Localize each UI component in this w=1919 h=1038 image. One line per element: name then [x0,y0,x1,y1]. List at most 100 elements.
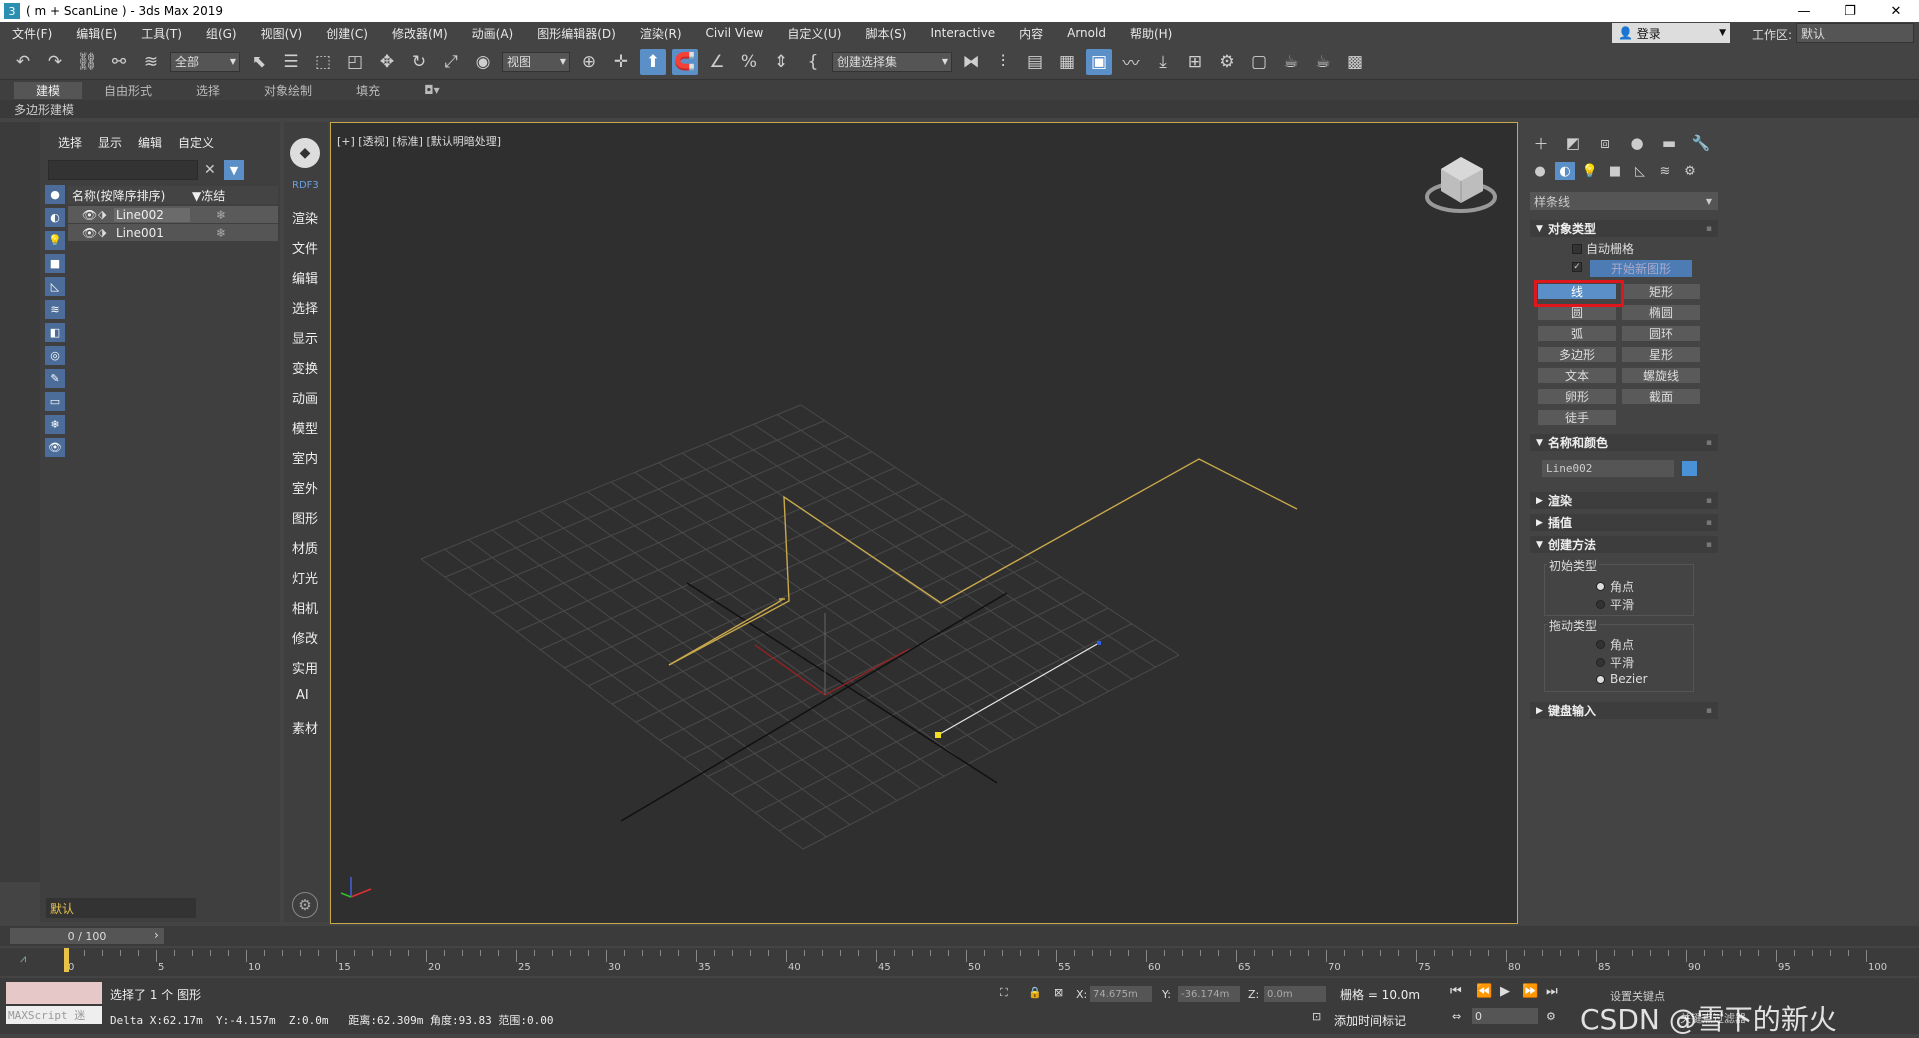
display-spacewarps-icon[interactable]: ≋ [45,300,65,319]
rdf-item-assets[interactable]: 素材 [292,718,318,737]
align-icon[interactable]: ⫶ [990,49,1016,75]
rdf-item-display[interactable]: 显示 [292,328,318,347]
mirror-icon[interactable]: ⧓ [958,49,984,75]
menu-rendering[interactable]: 渲染(R) [628,25,694,42]
ribbon-toggle-icon[interactable]: ▣ [1086,48,1112,75]
rollout-interpolation[interactable]: ▶ 插值 ▪ [1530,514,1718,531]
snowflake-icon[interactable]: ❄ [216,208,226,222]
systems-icon[interactable]: ⚙ [1680,162,1700,180]
menu-tools[interactable]: 工具(T) [129,25,194,42]
menu-customize[interactable]: 自定义(U) [775,25,853,42]
menu-arnold[interactable]: Arnold [1055,26,1118,40]
menu-content[interactable]: 内容 [1007,25,1055,42]
add-time-tag-icon[interactable]: ⊡ [1312,1010,1321,1023]
schematic-view-icon[interactable]: ⤓ [1150,49,1176,75]
curve-editor-icon[interactable]: 〰 [1118,49,1144,75]
rdf-item-light[interactable]: 灯光 [292,568,318,587]
rollout-object-type[interactable]: ▼ 对象类型 ▪ [1530,220,1718,237]
rollout-keyboard-entry[interactable]: ▶ 键盘输入 ▪ [1530,702,1718,719]
menu-animation[interactable]: 动画(A) [460,25,526,42]
rdf-item-edit[interactable]: 编辑 [292,268,318,287]
scene-tab-edit[interactable]: 编辑 [138,134,162,151]
isolate-icon[interactable]: ⛶ [1000,986,1008,1000]
layer-explorer-icon[interactable]: ▤ [1022,49,1048,75]
menu-group[interactable]: 组(G) [194,25,249,42]
selection-filter-select[interactable]: 全部 ▼ [170,51,240,72]
rdf-item-material[interactable]: 材质 [292,538,318,557]
perspective-viewport[interactable]: [+] [透视] [标准] [默认明暗处理] [330,122,1518,924]
spacewarps-icon[interactable]: ≋ [1655,162,1675,180]
render-setup-icon[interactable]: ⚙ [1214,49,1240,75]
drag-corner-radio[interactable]: 角点 [1596,636,1634,653]
play-icon[interactable]: ▶ [1500,984,1510,999]
track-bar[interactable]: ⩘ 0 5 10 15 20 25 30 35 40 45 50 55 60 65 70 75 80 85 90 95… [0,948,1919,976]
goto-end-icon[interactable]: ⏭ [1546,984,1558,999]
rectangle-button[interactable]: 矩形 [1622,284,1700,299]
arc-button[interactable]: 弧 [1538,326,1616,341]
maxscript-listener[interactable] [6,982,102,1004]
motion-tab-icon[interactable]: ● [1626,134,1648,152]
column-frozen[interactable]: ▼冻结 [192,187,225,204]
helix-button[interactable]: 螺旋线 [1622,368,1700,383]
egg-button[interactable]: 卵形 [1538,389,1616,404]
initial-corner-radio[interactable]: 角点 [1596,578,1634,595]
maximize-button[interactable]: ❐ [1827,0,1873,22]
angle-snap-icon[interactable]: ∠ [704,49,730,75]
window-crossing-icon[interactable]: ◰ [342,49,368,75]
menu-graph-editors[interactable]: 图形编辑器(D) [525,25,628,42]
menu-interactive[interactable]: Interactive [918,26,1007,40]
display-cameras-icon[interactable]: ■ [45,254,65,273]
select-object-icon[interactable]: ⬉ [246,49,272,75]
select-manipulate-icon[interactable]: ✛ [608,49,634,75]
object-color-swatch[interactable] [1682,461,1697,476]
prev-key-icon[interactable]: ⏪ [1476,984,1492,999]
display-shapes-icon[interactable]: ◐ [45,208,65,227]
ribbon-options-icon[interactable]: ◘▾ [402,83,462,97]
section-button[interactable]: 截面 [1622,389,1700,404]
start-new-shape-button[interactable]: 开始新图形 [1590,260,1692,277]
menu-civil-view[interactable]: Civil View [694,26,776,40]
ref-coord-select[interactable]: 视图 ▼ [502,51,570,72]
modify-tab-icon[interactable]: ◩ [1562,134,1584,152]
unlink-icon[interactable]: ⚯ [106,49,132,75]
scene-row-line001[interactable]: 👁 ⬗ Line001 ❄ [68,224,278,241]
ribbon-tab-freeform[interactable]: 自由形式 [82,82,174,99]
named-selection-select[interactable]: 创建选择集 ▼ [832,51,952,72]
goto-start-icon[interactable]: ⏮ [1450,984,1462,999]
spline-line001[interactable] [937,642,1100,736]
lock-icon[interactable]: 🔒 [1028,986,1042,999]
material-editor-icon[interactable]: ⊞ [1182,49,1208,75]
ribbon-tab-object-paint[interactable]: 对象绘制 [242,82,334,99]
text-button[interactable]: 文本 [1538,368,1616,383]
menu-edit[interactable]: 编辑(E) [64,25,129,42]
drag-smooth-radio[interactable]: 平滑 [1596,654,1634,671]
display-lights-icon[interactable]: 💡 [45,231,65,250]
rdf-item-exterior[interactable]: 室外 [292,478,318,497]
rollout-creation-method[interactable]: ▼ 创建方法 ▪ [1530,536,1718,553]
geometry-icon[interactable]: ● [1530,162,1550,180]
scene-tab-customize[interactable]: 自定义 [178,134,214,151]
menu-create[interactable]: 创建(C) [314,25,380,42]
ribbon-tab-selection[interactable]: 选择 [174,82,242,99]
rotate-icon[interactable]: ↻ [406,49,432,75]
vertex-end[interactable] [1097,641,1101,645]
rdf-item-ai[interactable]: AI [296,688,309,703]
display-hidden-icon[interactable]: 👁 [45,438,65,457]
ngon-button[interactable]: 多边形 [1538,347,1616,362]
shape-category-select[interactable]: 样条线 ▼ [1530,192,1718,210]
hierarchy-tab-icon[interactable]: ⧈ [1594,134,1616,152]
lights-icon[interactable]: 💡 [1580,162,1600,180]
ribbon-tab-modeling[interactable]: 建模 [14,81,83,99]
star-button[interactable]: 星形 [1622,347,1700,362]
settings-gear-icon[interactable]: ⚙ [292,892,318,918]
initial-smooth-radio[interactable]: 平滑 [1596,596,1634,613]
display-helpers-icon[interactable]: ◺ [45,277,65,296]
ribbon-tab-populate[interactable]: 填充 [334,82,402,99]
add-time-tag[interactable]: 添加时间标记 [1334,1012,1406,1029]
edit-named-sel-icon[interactable]: { [800,49,826,75]
percent-snap-icon[interactable]: % [736,49,762,75]
display-xrefs-icon[interactable]: ◎ [45,346,65,365]
snowflake-icon[interactable]: ❄ [216,226,226,240]
render-iterative-icon[interactable]: ☕ [1310,49,1336,75]
display-geometry-icon[interactable]: ● [45,185,65,204]
